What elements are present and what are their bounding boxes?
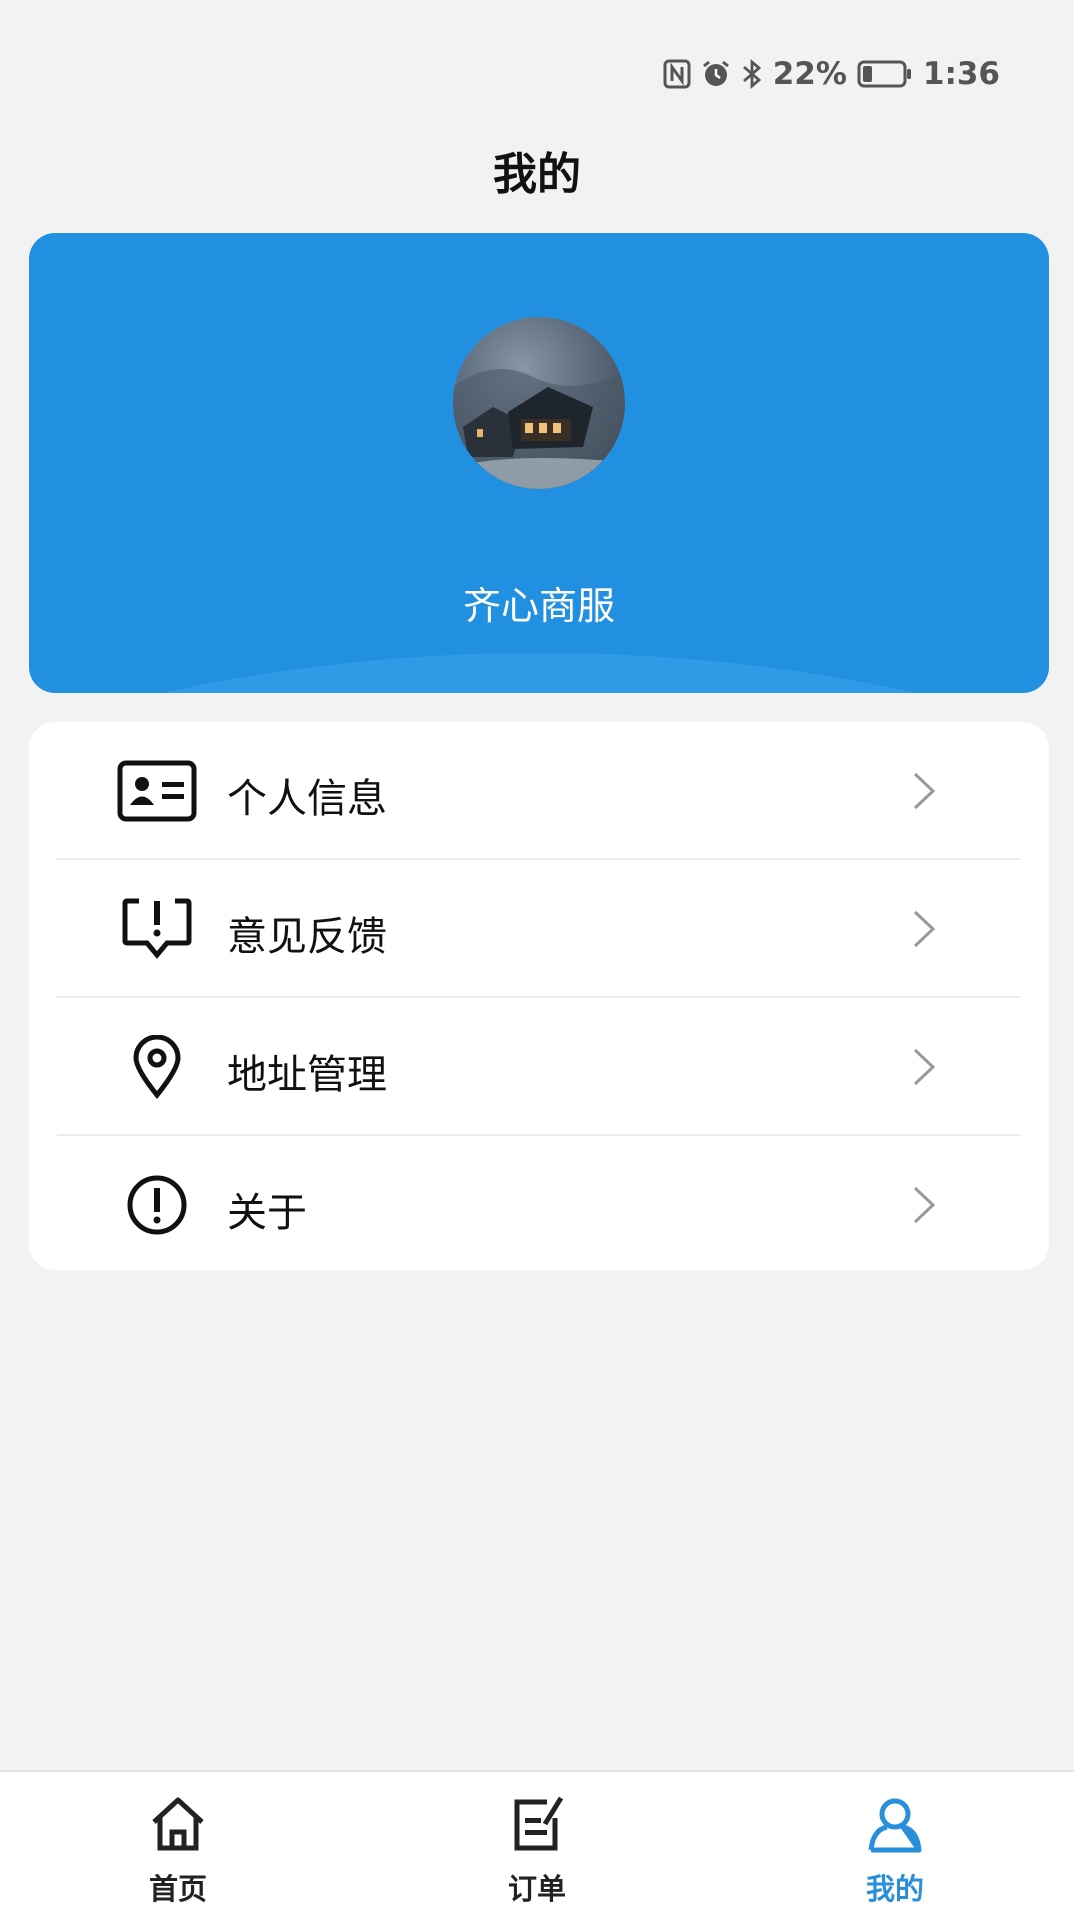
- info-alert-icon: [117, 1173, 197, 1237]
- nfc-icon: [663, 59, 691, 89]
- clock: 1:36: [922, 56, 1000, 92]
- order-icon: [507, 1794, 567, 1854]
- menu-item-feedback[interactable]: 意见反馈: [29, 860, 1049, 998]
- alarm-icon: [701, 59, 731, 89]
- id-card-icon: [117, 759, 197, 823]
- menu-item-label: 个人信息: [227, 776, 387, 822]
- user-icon: [865, 1794, 925, 1854]
- menu-item-label: 关于: [227, 1190, 307, 1236]
- menu-item-label: 意见反馈: [227, 914, 387, 960]
- feedback-icon: [117, 897, 197, 961]
- nav-label: 订单: [507, 1872, 566, 1906]
- nav-item-home[interactable]: 首页: [78, 1772, 278, 1914]
- nav-label: 我的: [865, 1872, 924, 1906]
- menu-item-address[interactable]: 地址管理: [29, 998, 1049, 1136]
- chevron-right-icon: [909, 768, 939, 814]
- battery-icon: [857, 59, 913, 89]
- location-pin-icon: [117, 1035, 197, 1099]
- card-wave-decoration: [29, 653, 1049, 693]
- profile-card: 齐心商服: [29, 233, 1049, 693]
- avatar[interactable]: [453, 317, 625, 489]
- menu-item-about[interactable]: 关于: [29, 1136, 1049, 1274]
- bottom-nav: 首页 订单 我的: [0, 1770, 1074, 1914]
- battery-percent: 22%: [772, 56, 847, 92]
- profile-name: 齐心商服: [462, 584, 615, 628]
- menu-card: 个人信息 意见反馈 地址管理 关于: [29, 722, 1049, 1270]
- home-icon: [148, 1794, 208, 1854]
- menu-item-label: 地址管理: [227, 1052, 387, 1098]
- page-title: 我的: [493, 149, 581, 200]
- status-bar: 22% 1:36: [663, 52, 1000, 96]
- chevron-right-icon: [909, 1182, 939, 1228]
- nav-label: 首页: [148, 1872, 207, 1906]
- nav-item-orders[interactable]: 订单: [437, 1772, 637, 1914]
- nav-item-mine[interactable]: 我的: [795, 1772, 995, 1914]
- bluetooth-icon: [741, 58, 763, 90]
- menu-item-personal-info[interactable]: 个人信息: [29, 722, 1049, 860]
- chevron-right-icon: [909, 1044, 939, 1090]
- screen: 22% 1:36 我的 齐心商服 个人信息 意见反馈 地址管理 关于 首页 订单…: [0, 0, 1074, 1914]
- chevron-right-icon: [909, 906, 939, 952]
